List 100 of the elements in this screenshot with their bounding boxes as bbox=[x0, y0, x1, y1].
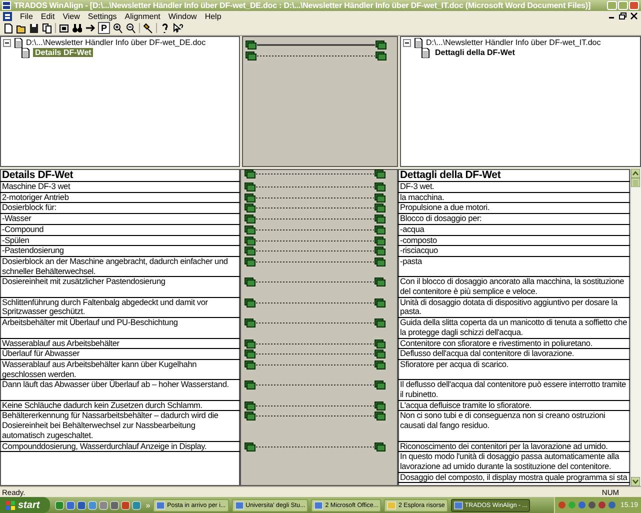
target-segment[interactable]: Dosaggio del composto, il display mostra quale programma si sta bbox=[398, 472, 630, 484]
open-folder-icon[interactable] bbox=[16, 22, 26, 34]
source-segment[interactable]: -Spülen bbox=[0, 236, 240, 246]
source-segment[interactable]: Arbeitsbehälter mit Überlauf und PU-Beschichtung bbox=[0, 318, 240, 339]
source-segment[interactable]: -Pastendosierung bbox=[0, 246, 240, 257]
alignment-link-drawing[interactable] bbox=[244, 338, 386, 349]
target-segment[interactable]: L'acqua defluisce tramite lo sfioratore. bbox=[398, 400, 630, 412]
restore-icon bbox=[619, 12, 627, 20]
collapse-icon[interactable] bbox=[403, 38, 411, 47]
properties-icon[interactable] bbox=[59, 22, 69, 34]
scroll-up-icon[interactable] bbox=[631, 169, 640, 178]
source-segment[interactable]: Compounddosierung, Wasserdurchlauf Anzeige in Display. bbox=[0, 442, 240, 452]
tree-node[interactable]: Details DF-Wet bbox=[33, 48, 94, 58]
arrow-icon[interactable] bbox=[85, 22, 95, 34]
source-segment[interactable]: 2-motoriger Antrieb bbox=[0, 192, 240, 204]
source-segment[interactable]: Überlauf für Abwasser bbox=[0, 349, 240, 360]
alignment-link-drawing[interactable] bbox=[245, 50, 387, 61]
new-file-icon[interactable] bbox=[3, 22, 13, 34]
alignment-link-drawing[interactable] bbox=[245, 40, 387, 50]
target-segment[interactable]: Con il blocco di dosaggio ancorato alla macchina, la sostituzione del contenitore è più semplice e veloce. bbox=[398, 277, 630, 298]
file-name[interactable]: D:\...\Newsletter Händler Info über DF-wet_IT.doc bbox=[426, 38, 601, 48]
alignment-link-drawing[interactable] bbox=[244, 411, 386, 422]
target-segment[interactable]: Il deflusso dell'acqua dal contenitore può essere interrotto tramite il rubinetto. bbox=[398, 380, 630, 401]
alignment-link-drawing[interactable] bbox=[244, 318, 386, 328]
tree-node[interactable]: Dettagli della DF-Wet bbox=[433, 48, 517, 58]
target-segment[interactable]: Unità di dosaggio dotata di dispositivo aggiuntivo per dosare la pasta. bbox=[398, 298, 630, 318]
target-segment[interactable]: -acqua bbox=[398, 224, 630, 236]
alignment-link-drawing[interactable] bbox=[244, 349, 386, 360]
binoculars-icon[interactable] bbox=[72, 22, 82, 34]
menu-item[interactable]: Alignment bbox=[124, 12, 160, 21]
target-segment[interactable]: Contenitore con sfioratore e rivestimento in poliuretano. bbox=[398, 338, 630, 350]
source-segment[interactable]: Wasserablauf aus Arbeitsbehälter kann über Kugelhahn geschlossen werden. bbox=[0, 360, 240, 380]
alignment-link-drawing[interactable] bbox=[244, 246, 386, 256]
target-segment[interactable]: Riconoscimento dei contenitori per la lavorazione ad umido. bbox=[398, 442, 630, 452]
source-segment[interactable]: Wasserablauf aus Arbeitsbehälter bbox=[0, 338, 240, 350]
source-segment[interactable]: Dosiereinheit mit zusätzlicher Pastendosierung bbox=[0, 277, 240, 298]
context-help-icon[interactable] bbox=[173, 22, 184, 34]
alignment-link-drawing[interactable] bbox=[244, 380, 386, 390]
target-segment[interactable]: Guida della slitta coperta da un manicotto di tenuta a soffietto che la protegge dagli schizzi dell'acqua. bbox=[398, 318, 630, 339]
paragraph-button[interactable]: P bbox=[98, 22, 110, 34]
menu-item[interactable]: Settings bbox=[88, 12, 117, 21]
alignment-link-drawing[interactable] bbox=[244, 182, 386, 192]
close-button[interactable] bbox=[630, 12, 638, 20]
alignment-link-drawing[interactable] bbox=[244, 442, 386, 452]
alignment-link-drawing[interactable] bbox=[244, 400, 386, 411]
document-icon bbox=[21, 48, 30, 58]
alignment-link-drawing[interactable] bbox=[244, 298, 386, 308]
alignment-link-drawing[interactable] bbox=[244, 224, 386, 235]
source-segment[interactable]: Dann läuft das Abwasser über Überlauf ab – hoher Wasserstand. bbox=[0, 380, 240, 401]
help-icon[interactable] bbox=[160, 22, 170, 34]
menu-item[interactable]: Edit bbox=[40, 12, 55, 21]
scroll-thumb-icon[interactable] bbox=[631, 178, 640, 187]
source-segment[interactable]: Maschine DF-3 wet bbox=[0, 182, 240, 193]
file-name[interactable]: D:\...\Newsletter Händler Info über DF-wet_DE.doc bbox=[26, 38, 206, 48]
alignment-link-drawing[interactable] bbox=[244, 277, 386, 288]
target-segment[interactable]: -risciacquo bbox=[398, 246, 630, 257]
target-segment[interactable]: DF-3 wet. bbox=[398, 182, 630, 193]
source-segment[interactable]: Dosierblock an der Maschine angebracht, dadurch einfacher und schneller Behälterwechsel. bbox=[0, 256, 240, 278]
source-segment[interactable]: Keine Schläuche dadurch kein Zusetzen durch Schlamm. bbox=[0, 400, 240, 412]
target-segment[interactable]: Sfioratore per acqua di scarico. bbox=[398, 360, 630, 380]
menu-item[interactable]: View bbox=[62, 12, 80, 21]
window-title: TRADOS WinAlign - [D:\...\Newsletter Händler Info über DF-wet_DE.doc : D:\...\Newsletter Händler Info über DF-wet_IT.doc (Microsoft Word Document Files)] bbox=[14, 0, 592, 10]
target-segment[interactable]: Propulsione a due motori. bbox=[398, 203, 630, 214]
segment-heading[interactable]: Details DF-Wet bbox=[0, 169, 240, 182]
alignment-link-drawing[interactable] bbox=[244, 360, 386, 370]
menu-item[interactable]: Help bbox=[204, 12, 222, 21]
target-segment[interactable]: la macchina. bbox=[398, 192, 630, 204]
source-segment[interactable]: Schlittenführung durch Faltenbalg abgedeckt und damit vor Spritzwasser geschützt. bbox=[0, 298, 240, 318]
collapse-icon[interactable] bbox=[3, 38, 11, 47]
target-segment[interactable]: In questo modo l'unità di dosaggio passa automaticamente alla lavorazione ad umido durante la sostituzione del contenitore. bbox=[398, 452, 630, 473]
window-icon bbox=[454, 500, 463, 510]
alignment-link-drawing[interactable] bbox=[244, 203, 386, 214]
source-segment[interactable]: -Wasser bbox=[0, 214, 240, 225]
restore-button[interactable] bbox=[619, 12, 627, 20]
alignment-link-drawing[interactable] bbox=[244, 192, 386, 203]
window-icon bbox=[314, 500, 324, 510]
target-segment[interactable]: -pasta bbox=[398, 256, 630, 278]
menu-item[interactable]: Window bbox=[168, 12, 197, 21]
target-segment[interactable]: Blocco di dosaggio per: bbox=[398, 214, 630, 225]
target-segment[interactable]: Deflusso dell'acqua dal contenitore di lavorazione. bbox=[398, 349, 630, 360]
window-icon bbox=[234, 500, 244, 510]
zoom-out-icon[interactable] bbox=[126, 22, 136, 34]
zoom-in-icon[interactable] bbox=[113, 22, 124, 34]
scrollbar[interactable] bbox=[630, 169, 641, 486]
save-icon[interactable] bbox=[29, 22, 39, 34]
alignment-link-drawing[interactable] bbox=[244, 256, 386, 267]
target-segment[interactable]: -composto bbox=[398, 236, 630, 246]
source-segment[interactable]: -Compound bbox=[0, 224, 240, 236]
document-icon bbox=[3, 12, 12, 21]
menu-item[interactable]: File bbox=[20, 12, 33, 21]
tool-icon[interactable] bbox=[143, 22, 154, 34]
alignment-link-drawing[interactable] bbox=[244, 236, 386, 246]
scroll-down-icon[interactable] bbox=[631, 477, 640, 486]
copy-icon[interactable] bbox=[42, 22, 52, 34]
source-segment[interactable]: Dosierblock für: bbox=[0, 203, 240, 214]
start-button[interactable]: start bbox=[0, 497, 50, 513]
source-segment[interactable]: Behältererkennung für Nassarbeitsbehälter – dadurch wird die Dosiereinheit bei Behälterwechsel zur Nassbearbeitung automatisch zugeschaltet. bbox=[0, 411, 240, 442]
segment-heading[interactable]: Dettagli della DF-Wet bbox=[398, 169, 630, 182]
alignment-link-drawing[interactable] bbox=[244, 169, 386, 179]
alignment-link-drawing[interactable] bbox=[244, 214, 386, 224]
